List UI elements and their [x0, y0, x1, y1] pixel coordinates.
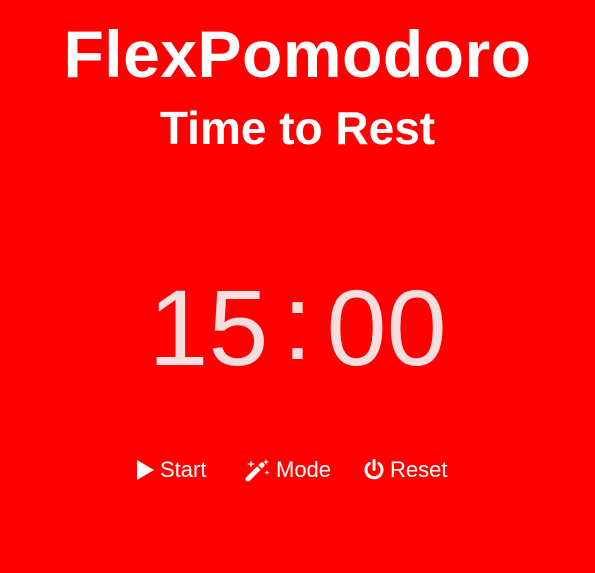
timer-separator: :	[282, 261, 313, 382]
power-icon	[362, 458, 386, 482]
play-icon	[134, 459, 156, 481]
mode-button[interactable]: Mode	[244, 452, 331, 488]
reset-button[interactable]: Reset	[362, 452, 447, 488]
app-title: FlexPomodoro	[63, 17, 532, 91]
mode-title: Time to Rest	[159, 102, 436, 154]
start-button-label: Start	[160, 457, 207, 482]
timer-minutes: 15	[148, 267, 269, 388]
start-button[interactable]: Start	[134, 452, 206, 488]
timer-controls: Start Mode Reset	[0, 452, 595, 488]
timer-display: 15 : 00	[0, 262, 595, 388]
mode-button-label: Mode	[276, 457, 332, 482]
timer-seconds: 00	[326, 267, 447, 388]
magic-wand-icon	[244, 458, 272, 482]
reset-button-label: Reset	[390, 457, 448, 482]
